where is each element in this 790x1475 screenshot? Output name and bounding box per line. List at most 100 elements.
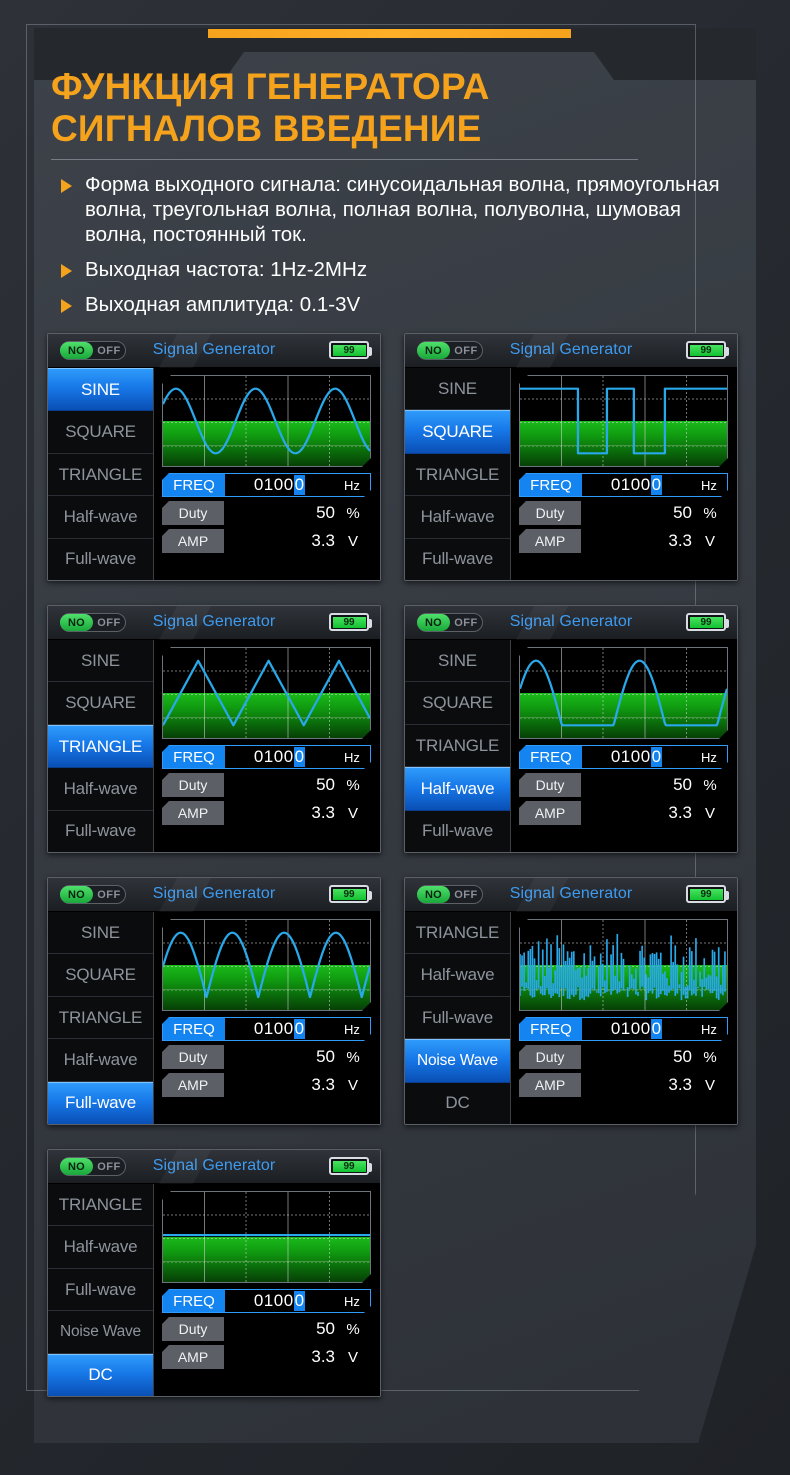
freq-row[interactable]: FREQ01000Hz bbox=[519, 1017, 728, 1041]
freq-label: FREQ bbox=[163, 1018, 225, 1040]
duty-row[interactable]: Duty50% bbox=[162, 1045, 371, 1069]
amp-row[interactable]: AMP3.3V bbox=[162, 529, 371, 553]
menu-item-sine[interactable]: SINE bbox=[48, 368, 153, 411]
amp-value[interactable]: 3.3 bbox=[581, 1073, 692, 1097]
menu-item-full-wave[interactable]: Full-wave bbox=[405, 811, 510, 853]
duty-value[interactable]: 50 bbox=[224, 773, 335, 797]
waveform-menu: SINESQUARETRIANGLEHalf-waveFull-wave bbox=[48, 640, 154, 853]
menu-item-triangle[interactable]: TRIANGLE bbox=[48, 997, 153, 1039]
menu-item-sine[interactable]: SINE bbox=[48, 912, 153, 954]
device-status-bar: NOOFFSignal Generator99 bbox=[405, 606, 737, 640]
device-body: SINESQUARETRIANGLEHalf-waveFull-wave FREQ… bbox=[48, 368, 380, 581]
menu-item-label: Full-wave bbox=[422, 549, 493, 569]
duty-row[interactable]: Duty50% bbox=[519, 773, 728, 797]
menu-item-full-wave[interactable]: Full-wave bbox=[48, 1082, 153, 1125]
menu-item-half-wave[interactable]: Half-wave bbox=[48, 768, 153, 810]
amp-value[interactable]: 3.3 bbox=[581, 529, 692, 553]
menu-item-triangle[interactable]: TRIANGLE bbox=[405, 454, 510, 496]
duty-row[interactable]: Duty50% bbox=[162, 773, 371, 797]
menu-item-dc[interactable]: DC bbox=[405, 1083, 510, 1125]
duty-value[interactable]: 50 bbox=[224, 1045, 335, 1069]
freq-row[interactable]: FREQ01000Hz bbox=[162, 473, 371, 497]
amp-row[interactable]: AMP3.3V bbox=[519, 801, 728, 825]
amp-value[interactable]: 3.3 bbox=[224, 801, 335, 825]
duty-unit: % bbox=[335, 501, 371, 525]
amp-unit: V bbox=[692, 801, 728, 825]
menu-item-half-wave[interactable]: Half-wave bbox=[48, 1226, 153, 1268]
amp-unit: V bbox=[692, 1073, 728, 1097]
battery-icon: 99 bbox=[686, 885, 726, 903]
amp-row[interactable]: AMP3.3V bbox=[162, 1073, 371, 1097]
menu-item-square[interactable]: SQUARE bbox=[48, 954, 153, 996]
amp-value[interactable]: 3.3 bbox=[581, 801, 692, 825]
freq-value[interactable]: 01000 bbox=[582, 1018, 691, 1040]
amp-row[interactable]: AMP3.3V bbox=[519, 529, 728, 553]
menu-item-sine[interactable]: SINE bbox=[48, 640, 153, 682]
parameter-rows: FREQ01000Hz Duty50% AMP3.3V bbox=[519, 745, 728, 825]
menu-item-full-wave[interactable]: Full-wave bbox=[405, 539, 510, 581]
menu-item-label: Full-wave bbox=[422, 821, 493, 841]
freq-value[interactable]: 01000 bbox=[225, 474, 334, 496]
freq-value[interactable]: 01000 bbox=[225, 746, 334, 768]
menu-item-square[interactable]: SQUARE bbox=[48, 682, 153, 724]
amp-row[interactable]: AMP3.3V bbox=[519, 1073, 728, 1097]
freq-digits: 0100 bbox=[254, 475, 294, 495]
duty-value[interactable]: 50 bbox=[581, 501, 692, 525]
device-body: TRIANGLEHalf-waveFull-waveNoise WaveDCFR… bbox=[48, 1184, 380, 1397]
freq-value[interactable]: 01000 bbox=[225, 1290, 334, 1312]
device-right-pane: FREQ01000Hz Duty50% AMP3.3V bbox=[154, 1184, 380, 1397]
amp-value[interactable]: 3.3 bbox=[224, 1345, 335, 1369]
freq-row[interactable]: FREQ01000Hz bbox=[519, 473, 728, 497]
duty-row[interactable]: Duty50% bbox=[162, 1317, 371, 1341]
amp-value[interactable]: 3.3 bbox=[224, 1073, 335, 1097]
menu-item-square[interactable]: SQUARE bbox=[48, 411, 153, 453]
menu-item-full-wave[interactable]: Full-wave bbox=[48, 811, 153, 853]
freq-value[interactable]: 01000 bbox=[582, 746, 691, 768]
battery-level-label: 99 bbox=[333, 889, 366, 900]
duty-label: Duty bbox=[162, 1045, 224, 1069]
freq-value[interactable]: 01000 bbox=[582, 474, 691, 496]
menu-item-triangle[interactable]: TRIANGLE bbox=[405, 725, 510, 767]
menu-item-label: SINE bbox=[81, 923, 120, 943]
freq-value[interactable]: 01000 bbox=[225, 1018, 334, 1040]
menu-item-label: Full-wave bbox=[65, 1280, 136, 1300]
menu-item-half-wave[interactable]: Half-wave bbox=[405, 767, 510, 810]
menu-item-half-wave[interactable]: Half-wave bbox=[48, 1039, 153, 1081]
duty-value[interactable]: 50 bbox=[581, 773, 692, 797]
duty-value[interactable]: 50 bbox=[224, 501, 335, 525]
duty-row[interactable]: Duty50% bbox=[162, 501, 371, 525]
device-body: SINESQUARETRIANGLEHalf-waveFull-wave FREQ… bbox=[48, 640, 380, 853]
menu-item-label: Half-wave bbox=[421, 965, 495, 985]
triangle-bullet-icon bbox=[61, 264, 72, 278]
menu-item-triangle[interactable]: TRIANGLE bbox=[48, 725, 153, 768]
waveform-display bbox=[162, 375, 371, 467]
menu-item-triangle[interactable]: TRIANGLE bbox=[405, 912, 510, 954]
menu-item-full-wave[interactable]: Full-wave bbox=[405, 997, 510, 1039]
menu-item-noise-wave[interactable]: Noise Wave bbox=[48, 1311, 153, 1353]
duty-value[interactable]: 50 bbox=[581, 1045, 692, 1069]
menu-item-sine[interactable]: SINE bbox=[405, 640, 510, 682]
freq-row[interactable]: FREQ01000Hz bbox=[519, 745, 728, 769]
duty-value[interactable]: 50 bbox=[224, 1317, 335, 1341]
amp-row[interactable]: AMP3.3V bbox=[162, 801, 371, 825]
amp-row[interactable]: AMP3.3V bbox=[162, 1345, 371, 1369]
menu-item-half-wave[interactable]: Half-wave bbox=[48, 496, 153, 538]
menu-item-square[interactable]: SQUARE bbox=[405, 410, 510, 453]
menu-item-sine[interactable]: SINE bbox=[405, 368, 510, 410]
freq-row[interactable]: FREQ01000Hz bbox=[162, 1289, 371, 1313]
menu-item-triangle[interactable]: TRIANGLE bbox=[48, 1184, 153, 1226]
menu-item-triangle[interactable]: TRIANGLE bbox=[48, 454, 153, 496]
freq-row[interactable]: FREQ01000Hz bbox=[162, 1017, 371, 1041]
menu-item-dc[interactable]: DC bbox=[48, 1354, 153, 1397]
duty-row[interactable]: Duty50% bbox=[519, 1045, 728, 1069]
menu-item-half-wave[interactable]: Half-wave bbox=[405, 954, 510, 996]
menu-item-full-wave[interactable]: Full-wave bbox=[48, 1269, 153, 1311]
freq-row[interactable]: FREQ01000Hz bbox=[162, 745, 371, 769]
device-screen-sine: NOOFFSignal Generator99SINESQUARETRIANGL… bbox=[47, 333, 381, 581]
duty-row[interactable]: Duty50% bbox=[519, 501, 728, 525]
menu-item-square[interactable]: SQUARE bbox=[405, 682, 510, 724]
menu-item-noise-wave[interactable]: Noise Wave bbox=[405, 1039, 510, 1082]
menu-item-half-wave[interactable]: Half-wave bbox=[405, 496, 510, 538]
amp-value[interactable]: 3.3 bbox=[224, 529, 335, 553]
menu-item-full-wave[interactable]: Full-wave bbox=[48, 539, 153, 581]
